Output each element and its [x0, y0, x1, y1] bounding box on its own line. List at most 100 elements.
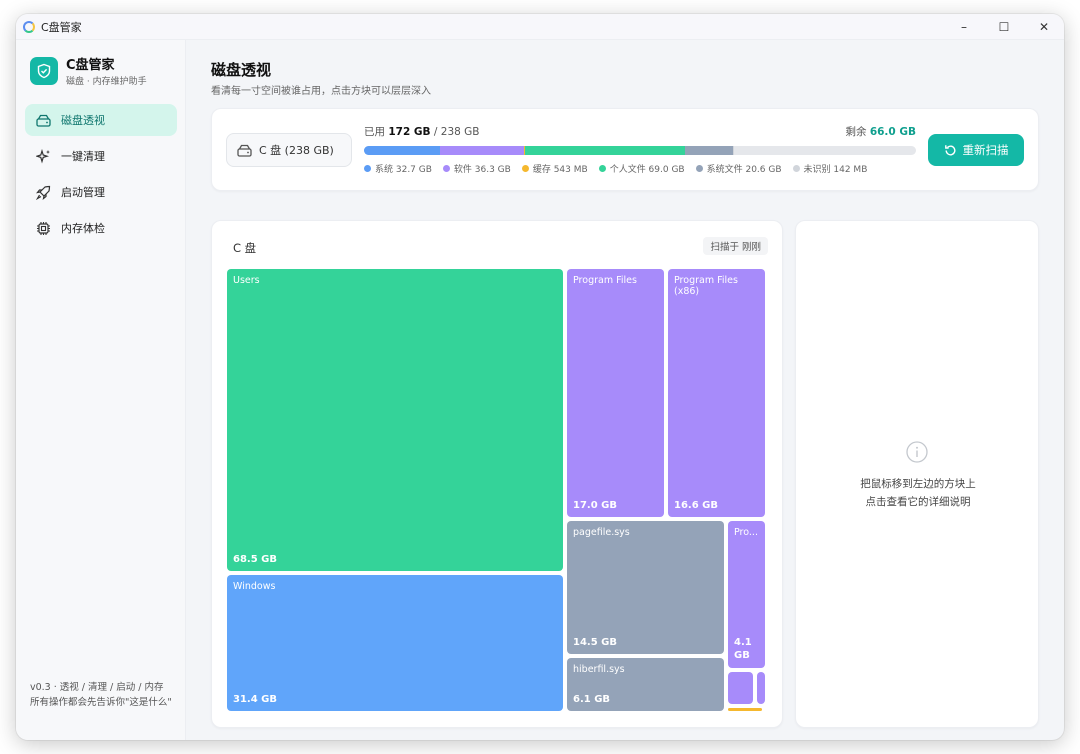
info-icon: [906, 441, 928, 467]
treemap-tile-size: 68.5 GB: [233, 554, 277, 565]
legend-item: 个人文件 69.0 GB: [598, 162, 685, 175]
rescan-button[interactable]: 重新扫描: [928, 134, 1024, 166]
treemap-tile[interactable]: hiberfil.sys 6.1 GB: [567, 658, 724, 711]
sidebar-item-label: 内存体检: [61, 222, 105, 235]
usage-bar-segment: [525, 146, 686, 155]
legend-label: 个人文件 69.0 GB: [609, 165, 685, 175]
treemap-tile[interactable]: pagefile.sys 14.5 GB: [567, 521, 724, 654]
legend-dot: [442, 165, 450, 172]
treemap-tile[interactable]: [757, 672, 765, 704]
sidebar-item-label: 启动管理: [61, 186, 105, 199]
usage-summary: 已用 172 GB / 238 GB 剩余 66.0 GB 系统 32.7 GB…: [364, 124, 916, 175]
legend-label: 系统 32.7 GB: [375, 165, 432, 175]
treemap-tile-name: Windows: [233, 581, 276, 592]
page-subtitle: 看清每一寸空间被谁占用，点击方块可以层层深入: [211, 86, 431, 97]
used-prefix: 已用: [364, 126, 385, 138]
title-bar: C盘管家 – ☐ ✕: [16, 14, 1064, 40]
main-content: 磁盘透视 看清每一寸空间被谁占用，点击方块可以层层深入 C 盘 (238 GB)…: [187, 40, 1064, 740]
treemap-tile[interactable]: Program Files 17.0 GB: [567, 269, 664, 517]
drive-icon: [237, 144, 252, 157]
treemap-tile[interactable]: [728, 672, 753, 704]
maximize-button[interactable]: ☐: [984, 14, 1024, 40]
sidebar-nav: 磁盘透视 一键清理 启动管理 内存体检: [25, 104, 177, 248]
legend-dot: [792, 165, 800, 172]
used-value: 172 GB: [388, 126, 431, 138]
drive-icon: [35, 112, 51, 128]
treemap-tile-size: 31.4 GB: [233, 694, 277, 705]
total-text: / 238 GB: [433, 126, 480, 138]
footer-note: 所有操作都会先告诉你"这是什么": [30, 697, 172, 708]
legend-item: 缓存 543 MB: [521, 162, 588, 175]
sidebar-item-label: 一键清理: [61, 150, 105, 163]
drive-selector[interactable]: C 盘 (238 GB): [226, 133, 352, 167]
legend-label: 未识别 142 MB: [803, 165, 868, 175]
treemap-tile-name: Pro...: [734, 527, 758, 538]
usage-legend: 系统 32.7 GB 软件 36.3 GB 缓存 543 MB 个人文件 69.0 G…: [364, 162, 916, 175]
legend-dot: [695, 165, 703, 172]
legend-item: 软件 36.3 GB: [442, 162, 511, 175]
scan-time-badge: 扫描于 刚刚: [703, 237, 768, 255]
shield-check-icon: [30, 56, 58, 85]
treemap-tile-size: 17.0 GB: [573, 500, 617, 511]
sparkle-icon: [35, 148, 51, 164]
sidebar: C盘管家 磁盘 · 内存维护助手 磁盘透视 一键清理 启动管理 内存体检 v0.…: [16, 40, 186, 740]
free-prefix: 剩余: [845, 126, 867, 138]
treemap-tile-size: 4.1 GB: [734, 637, 752, 661]
drive-summary-card: C 盘 (238 GB) 已用 172 GB / 238 GB 剩余 66.0 …: [211, 108, 1039, 191]
window-title: C盘管家: [41, 20, 82, 34]
treemap-title: C 盘: [233, 241, 257, 255]
treemap-tile[interactable]: Users 68.5 GB: [227, 269, 563, 571]
legend-dot: [521, 165, 529, 172]
treemap-tile-name: Program Files (x86): [674, 275, 738, 297]
treemap-tile-name: pagefile.sys: [573, 527, 630, 538]
rescan-label: 重新扫描: [962, 143, 1009, 157]
app-window: C盘管家 – ☐ ✕ C盘管家 磁盘 · 内存维护助手 磁盘透视 一键清理 启动…: [16, 14, 1064, 740]
treemap-card: C 盘 扫描于 刚刚 Users 68.5 GB Windows 31.4 GB Pro…: [211, 220, 783, 728]
treemap-tile[interactable]: [728, 708, 762, 711]
sidebar-footer: v0.3 · 透视 / 清理 / 启动 / 内存 所有操作都会先告诉你"这是什么…: [30, 680, 176, 710]
legend-item: 系统 32.7 GB: [364, 162, 432, 175]
usage-bar-segment: [685, 146, 734, 155]
refresh-icon: [944, 144, 955, 155]
rocket-icon: [35, 184, 51, 200]
legend-dot: [598, 165, 606, 172]
legend-item: 系统文件 20.6 GB: [695, 162, 782, 175]
legend-label: 系统文件 20.6 GB: [706, 165, 782, 175]
treemap-tile-size: 16.6 GB: [674, 500, 718, 511]
treemap-tile[interactable]: Windows 31.4 GB: [227, 575, 563, 711]
minimize-button[interactable]: –: [944, 14, 984, 40]
usage-bar-segment: [439, 146, 525, 155]
free-text: 剩余 66.0 GB: [845, 124, 916, 140]
usage-bar-segment: [364, 146, 440, 155]
detail-hint-line1: 把鼠标移到左边的方块上: [860, 478, 976, 490]
chip-icon: [35, 220, 51, 236]
sidebar-item-cleanup[interactable]: 一键清理: [25, 140, 177, 172]
treemap-tile-size: 14.5 GB: [573, 637, 617, 648]
legend-dot: [364, 165, 371, 172]
detail-panel: 把鼠标移到左边的方块上 点击查看它的详细说明: [795, 220, 1039, 728]
page-title: 磁盘透视: [211, 61, 272, 79]
close-button[interactable]: ✕: [1024, 14, 1064, 40]
brand: C盘管家 磁盘 · 内存维护助手: [30, 54, 147, 87]
sidebar-item-memory[interactable]: 内存体检: [25, 212, 177, 244]
free-value: 66.0 GB: [869, 126, 916, 138]
usage-bar: [364, 146, 916, 155]
treemap-tile-name: Program Files: [573, 275, 637, 286]
treemap-tile-name: Users: [233, 275, 260, 286]
detail-hint-line2: 点击查看它的详细说明: [865, 496, 971, 508]
sidebar-item-label: 磁盘透视: [61, 114, 105, 127]
treemap-tile[interactable]: Pro... 4.1 GB: [728, 521, 765, 668]
sidebar-item-disk-view[interactable]: 磁盘透视: [25, 104, 177, 136]
treemap-tile-size: 6.1 GB: [573, 694, 611, 705]
drive-selector-label: C 盘 (238 GB): [259, 144, 334, 157]
app-icon: [23, 20, 35, 33]
brand-subtitle: 磁盘 · 内存维护助手: [66, 77, 147, 87]
version-text: v0.3 · 透视 / 清理 / 启动 / 内存: [30, 682, 164, 693]
sidebar-item-startup[interactable]: 启动管理: [25, 176, 177, 208]
treemap-tile[interactable]: Program Files (x86) 16.6 GB: [668, 269, 765, 517]
treemap-tile-name: hiberfil.sys: [573, 664, 625, 675]
brand-name: C盘管家: [66, 58, 115, 73]
legend-label: 软件 36.3 GB: [453, 165, 511, 175]
legend-label: 缓存 543 MB: [532, 165, 588, 175]
used-text: 已用 172 GB / 238 GB: [364, 124, 480, 140]
